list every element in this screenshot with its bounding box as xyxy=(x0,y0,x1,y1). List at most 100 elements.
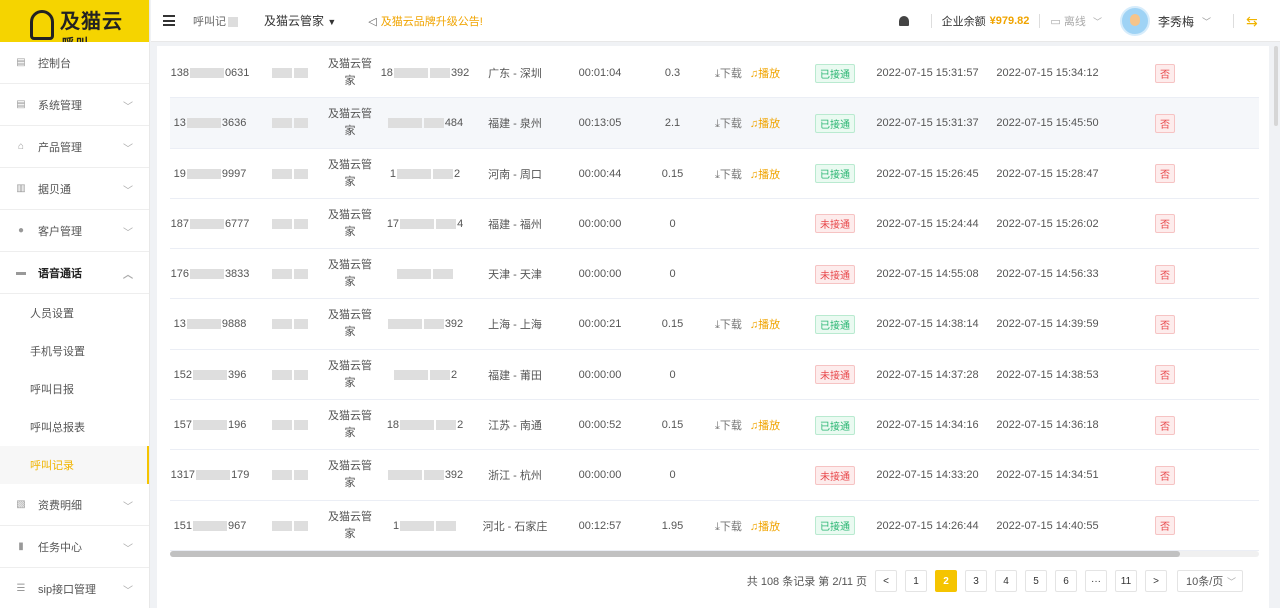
page-button[interactable]: ··· xyxy=(1085,570,1107,592)
sidebar-item-sidebar.items_bottom2[interactable]: ☰ sip接口管理 ﹀ xyxy=(0,568,149,608)
start-time: 2022-07-15 15:24:44 xyxy=(876,217,979,230)
region: 广东 - 深圳 xyxy=(488,68,542,80)
table-row[interactable]: 151 967 及猫云管家 1 河北 - 石家庄 00:12:57 1.95 ⤓下载 ♫播放 已接… xyxy=(170,501,1259,551)
sidebar-item-sidebar.items2[interactable]: ⌂ 产品管理 ﹀ xyxy=(0,126,149,168)
end-time: 2022-07-15 14:36:18 xyxy=(996,419,1099,432)
logo[interactable]: 及猫云 呼叫 xyxy=(0,0,149,42)
play-button[interactable]: ♫播放 xyxy=(750,518,780,534)
cost: 0.3 xyxy=(664,67,681,79)
chevron-icon: ﹀ xyxy=(123,502,133,513)
menu-toggle-icon[interactable] xyxy=(163,15,175,26)
chevron-icon: ﹀ xyxy=(123,144,133,155)
agent-name xyxy=(260,299,320,349)
caller-phone: 13 3636 xyxy=(173,117,247,130)
table-row[interactable]: 176 3833 及猫云管家 天津 - 天津 00:00:00 0 未接通 2022-07-1… xyxy=(170,249,1259,300)
sidebar: 及猫云 呼叫 ▤ 控制台 ▤ 系统管理 ﹀ ⌂ 产品管理 ﹀ ▥ 据贝通 ﹀ ● 客户管理 ﹀ ▬ 语音通话 ︿… xyxy=(0,0,150,608)
speaker-icon: ◁ xyxy=(368,15,377,28)
prev-page-button[interactable]: < xyxy=(875,570,897,592)
sidebar-subitem-2[interactable]: 呼叫日报 xyxy=(0,370,149,408)
table-row[interactable]: 138 0631 及猫云管家 18 392 广东 - 深圳 00:01:04 0.3 ⤓下载 ♫播… xyxy=(170,48,1259,99)
tenant-name: 及猫云管家 xyxy=(328,359,372,389)
tenant-selector[interactable]: 及猫云管家 ▼ xyxy=(264,12,336,29)
download-button[interactable]: ⤓下载 xyxy=(715,115,742,131)
avatar[interactable] xyxy=(1119,6,1150,36)
status-badge: 未接通 xyxy=(810,350,860,400)
download-button[interactable]: ⤓下载 xyxy=(715,518,742,534)
flag-badge: 否 xyxy=(1150,450,1180,500)
page-button[interactable]: 6 xyxy=(1055,570,1077,592)
download-button[interactable]: ⤓下载 xyxy=(715,166,742,182)
bell-icon[interactable] xyxy=(898,16,909,26)
sidebar-item-sidebar.items3[interactable]: ▥ 据贝通 ﹀ xyxy=(0,168,149,210)
start-time: 2022-07-15 14:37:28 xyxy=(876,368,979,381)
play-button[interactable]: ♫播放 xyxy=(750,417,780,433)
sidebar-item-sidebar.items_bottom1[interactable]: ▮ 任务中心 ﹀ xyxy=(0,526,149,568)
table-row[interactable]: 187 6777 及猫云管家 17 4 福建 - 福州 00:00:00 0 未接通 2022-0… xyxy=(170,199,1259,250)
play-button[interactable]: ♫播放 xyxy=(750,166,780,182)
flag-badge: 否 xyxy=(1150,48,1180,98)
page-button[interactable]: 3 xyxy=(965,570,987,592)
switch-icon[interactable]: ⇆ xyxy=(1246,13,1270,30)
page-size-select[interactable]: 10条/页 ﹀ xyxy=(1177,570,1243,592)
sidebar-item-sidebar.items4[interactable]: ● 客户管理 ﹀ xyxy=(0,210,149,252)
sidebar-item-label: 客户管理 xyxy=(38,225,82,238)
duration: 00:00:00 xyxy=(578,469,622,482)
play-button[interactable]: ♫播放 xyxy=(750,65,780,81)
table-row[interactable]: 152 396 及猫云管家 2 福建 - 莆田 00:00:00 0 未接通 2022-07-1… xyxy=(170,350,1259,401)
balance-value: ¥979.82 xyxy=(989,15,1030,27)
page-button[interactable]: 2 xyxy=(935,570,957,592)
vertical-scrollbar[interactable] xyxy=(1274,46,1278,126)
sidebar-subitem-1[interactable]: 手机号设置 xyxy=(0,332,149,370)
page-button[interactable]: 4 xyxy=(995,570,1017,592)
sidebar-subitem-4[interactable]: 呼叫记录 xyxy=(0,446,149,484)
chevron-down-icon: ﹀ xyxy=(1226,576,1236,587)
user-name[interactable]: 李秀梅 xyxy=(1158,13,1194,30)
sidebar-item-sidebar.items1[interactable]: ▤ 系统管理 ﹀ xyxy=(0,84,149,126)
download-button[interactable]: ⤓下载 xyxy=(715,417,742,433)
product-icon: ⌂ xyxy=(17,140,25,152)
tab-call-records[interactable]: 呼叫记 xyxy=(193,13,238,29)
caller-phone: 13 9888 xyxy=(173,318,247,331)
operations xyxy=(715,249,800,299)
duration: 00:00:00 xyxy=(578,217,622,230)
tenant-name: 及猫云管家 xyxy=(328,510,372,540)
play-button[interactable]: ♫播放 xyxy=(750,316,780,332)
tenant-name: 及猫云管家 xyxy=(328,108,372,138)
cost: 0.15 xyxy=(661,167,684,180)
agent-name xyxy=(260,501,320,551)
tenant-name: 及猫云管家 xyxy=(328,208,372,238)
chevron-down-icon[interactable]: ﹀ xyxy=(1202,15,1211,28)
download-button[interactable]: ⤓下载 xyxy=(715,316,742,332)
next-page-button[interactable]: > xyxy=(1145,570,1167,592)
page-button[interactable]: 5 xyxy=(1025,570,1047,592)
table-row[interactable]: 13 9888 及猫云管家 392 上海 - 上海 00:00:21 0.15 ⤓下载 ♫播放 已… xyxy=(170,299,1259,350)
play-button[interactable]: ♫播放 xyxy=(750,115,780,131)
table-row[interactable]: 19 9997 及猫云管家 1 2 河南 - 周口 00:00:44 0.15 ⤓下载 ♫播放 已接… xyxy=(170,149,1259,199)
status-badge: 已接通 xyxy=(810,501,860,551)
table-row[interactable]: 1317 179 及猫云管家 392 浙江 - 杭州 00:00:00 0 未接通 2022-0… xyxy=(170,450,1259,501)
callee-phone: 2 xyxy=(380,350,470,400)
doc-icon: ▤ xyxy=(16,98,26,110)
horizontal-scrollbar[interactable] xyxy=(170,551,1259,557)
tenant-name: 及猫云管家 xyxy=(328,460,372,490)
sidebar-item-sidebar.items5[interactable]: ▬ 语音通话 ︿ xyxy=(0,252,149,294)
pagination: 共 108 条记录 第 2/11 页 < 1 2 3 4 5 6 ··· 11 > 10条/页… xyxy=(747,570,1243,592)
sidebar-subitem-3[interactable]: 呼叫总报表 xyxy=(0,408,149,446)
table-row[interactable]: 13 3636 及猫云管家 484 福建 - 泉州 00:13:05 2.1 ⤓下载 ♫播放 已接… xyxy=(170,98,1259,149)
sidebar-subitem-0[interactable]: 人员设置 xyxy=(0,294,149,332)
pagination-summary: 共 108 条记录 第 2/11 页 xyxy=(746,576,867,588)
sidebar-item-label: 语音通话 xyxy=(38,267,82,280)
start-time: 2022-07-15 14:38:14 xyxy=(876,318,979,331)
sidebar-item-sidebar.items0[interactable]: ▤ 控制台 xyxy=(0,42,149,84)
page-button[interactable]: 1 xyxy=(905,570,927,592)
sidebar-item-sidebar.items_bottom0[interactable]: ▧ 资费明细 ﹀ xyxy=(0,484,149,526)
notice-link[interactable]: ◁ 及猫云品牌升级公告! xyxy=(368,13,483,29)
cost: 0 xyxy=(669,268,676,281)
online-status[interactable]: ▭ 离线 ﹀ xyxy=(1050,13,1102,29)
tenant-name: 及猫云管家 xyxy=(328,58,372,87)
operations xyxy=(715,350,800,400)
download-button[interactable]: ⤓下载 xyxy=(715,65,742,81)
agent-name xyxy=(260,48,320,98)
page-button[interactable]: 11 xyxy=(1115,570,1137,592)
table-row[interactable]: 157 196 及猫云管家 18 2 江苏 - 南通 00:00:52 0.15 ⤓下载 ♫播放 已… xyxy=(170,400,1259,451)
